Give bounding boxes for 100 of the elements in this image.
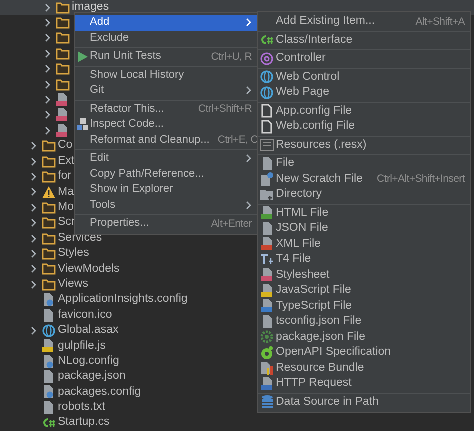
menu-item-label: HTTP Request <box>276 378 352 390</box>
stylesheet-file-icon <box>56 108 69 122</box>
chevron-right-icon[interactable] <box>30 172 38 182</box>
menu-item[interactable]: package.json File <box>258 330 470 345</box>
chevron-right-icon[interactable] <box>30 156 38 167</box>
menu-item[interactable]: Web.config File <box>258 119 470 134</box>
tree-item-label[interactable]: ViewModels <box>58 264 120 276</box>
globe-icon <box>260 86 274 100</box>
chevron-right-icon[interactable] <box>30 280 38 290</box>
menu-item-label: Exclude <box>90 32 130 44</box>
tree-item-label[interactable]: packages.config <box>58 386 142 398</box>
chevron-right-icon[interactable] <box>30 326 38 336</box>
menu-item[interactable]: Refactor This... Ctrl+Shift+R <box>75 102 257 117</box>
menu-item[interactable]: Tools <box>75 198 257 213</box>
tree-item-label[interactable]: Ma <box>58 186 74 198</box>
tree-item-label[interactable]: NLog.config <box>58 356 120 368</box>
tree-item-label[interactable]: Startup.cs <box>58 417 110 429</box>
tree-item-label[interactable]: images <box>72 2 110 14</box>
chevron-right-icon <box>246 86 252 96</box>
chevron-right-icon[interactable] <box>44 33 52 44</box>
tree-item-label[interactable]: Ext <box>58 156 75 168</box>
menu-item[interactable]: Run Unit Tests Ctrl+U, R <box>75 49 257 64</box>
chevron-right-icon[interactable] <box>44 95 52 106</box>
chevron-right-icon[interactable] <box>44 126 52 136</box>
chevron-right-icon[interactable] <box>44 48 52 59</box>
shortcut-label: Ctrl+Shift+R <box>198 104 252 114</box>
folder-icon <box>260 188 274 201</box>
config-file-icon <box>42 293 55 308</box>
chevron-right-icon[interactable] <box>30 187 38 198</box>
menu-item[interactable]: Web Control <box>258 70 470 85</box>
menu-item[interactable]: JavaScript File <box>258 283 470 298</box>
chevron-right-icon[interactable] <box>44 80 52 90</box>
chevron-right-icon[interactable] <box>30 234 38 244</box>
menu-item[interactable]: TypeScript File <box>258 298 470 314</box>
menu-item[interactable]: Directory <box>258 187 470 202</box>
menu-item[interactable]: File <box>258 156 470 172</box>
chevron-right-icon[interactable] <box>44 64 52 74</box>
menu-item[interactable]: Class/Interface <box>258 32 470 48</box>
menu-item[interactable]: Show in Explorer <box>75 182 257 198</box>
chevron-right-icon[interactable] <box>30 264 38 274</box>
chevron-right-icon[interactable] <box>30 202 38 213</box>
menu-item[interactable]: Inspect Code... <box>75 117 257 132</box>
warning-icon <box>42 186 56 199</box>
menu-item[interactable]: Web Page <box>258 85 470 100</box>
menu-item[interactable]: HTML File <box>258 206 470 221</box>
chevron-right-icon[interactable] <box>44 2 52 13</box>
menu-item-label: Tools <box>90 200 116 211</box>
menu-item[interactable]: XML File <box>258 236 470 252</box>
tree-item-label[interactable]: robots.txt <box>58 402 106 414</box>
tree-item-label[interactable]: Styles <box>58 248 90 260</box>
chevron-right-icon[interactable] <box>30 141 38 152</box>
menu-item[interactable]: Show Local History <box>75 68 257 83</box>
menu-item[interactable]: T4 File <box>258 252 470 268</box>
menu-item[interactable]: Data Source in Path <box>258 394 470 410</box>
tree-item-label[interactable]: ApplicationInsights.config <box>58 294 188 306</box>
menu-item[interactable]: Stylesheet <box>258 268 470 283</box>
chevron-right-icon <box>246 18 252 28</box>
chevron-right-icon[interactable] <box>44 18 52 28</box>
menu-item[interactable]: OpenAPI Specification <box>258 345 470 360</box>
menu-item-label: Run Unit Tests <box>90 51 162 62</box>
menu-item-label: OpenAPI Specification <box>276 347 392 358</box>
tree-item-label[interactable]: favicon.ico <box>58 310 112 322</box>
tree-item-label[interactable]: Co <box>58 140 73 152</box>
menu-item-label: HTML File <box>276 208 329 219</box>
menu-item[interactable]: Resource Bundle <box>258 360 470 376</box>
menu-item[interactable]: Resources (.resx) <box>258 138 470 153</box>
menu-item-label: Properties... <box>90 218 150 230</box>
menu-item[interactable]: tsconfig.json File <box>258 314 470 330</box>
menu-item[interactable]: HTTP Request <box>258 376 470 392</box>
chevron-right-icon[interactable] <box>30 218 38 228</box>
tree-item-label[interactable]: Global.asax <box>58 325 119 337</box>
menu-item[interactable]: Git <box>75 83 257 98</box>
script-file-icon <box>260 284 274 298</box>
globe-icon <box>42 324 56 338</box>
menu-item[interactable]: New Scratch File Ctrl+Alt+Shift+Insert <box>258 172 470 187</box>
menu-item[interactable]: Add Existing Item... Alt+Shift+A <box>258 14 470 30</box>
menu-item[interactable]: JSON File <box>258 221 470 236</box>
folder-icon <box>42 232 56 245</box>
menu-item[interactable]: Exclude <box>75 30 257 46</box>
script-file-icon <box>42 339 55 354</box>
chevron-right-icon[interactable] <box>30 248 38 259</box>
menu-item-label: TypeScript File <box>276 300 352 312</box>
menu-item-label: package.json File <box>276 332 366 343</box>
tree-item-label[interactable]: package.json <box>58 371 126 383</box>
tree-item-label[interactable]: gulpfile.js <box>58 340 106 352</box>
tree-item-label[interactable]: Services <box>58 232 102 244</box>
tree-item-label[interactable]: Mo <box>58 202 74 214</box>
bundle-icon <box>260 361 274 376</box>
menu-item[interactable]: App.config File <box>258 104 470 119</box>
menu-item[interactable]: Controller <box>258 51 470 66</box>
chevron-right-icon[interactable] <box>44 110 52 120</box>
tree-item-label[interactable]: for <box>58 171 72 183</box>
menu-item-label: Controller <box>276 53 326 64</box>
tree-item-label[interactable]: Views <box>58 278 88 290</box>
menu-item[interactable]: Properties... Alt+Enter <box>75 216 257 232</box>
menu-item[interactable]: Edit <box>75 151 257 166</box>
globe-icon <box>260 70 274 84</box>
tree-item-label[interactable]: Scr <box>58 217 76 229</box>
menu-item[interactable]: Add <box>75 15 257 30</box>
menu-item[interactable]: Copy Path/Reference... <box>75 166 257 182</box>
